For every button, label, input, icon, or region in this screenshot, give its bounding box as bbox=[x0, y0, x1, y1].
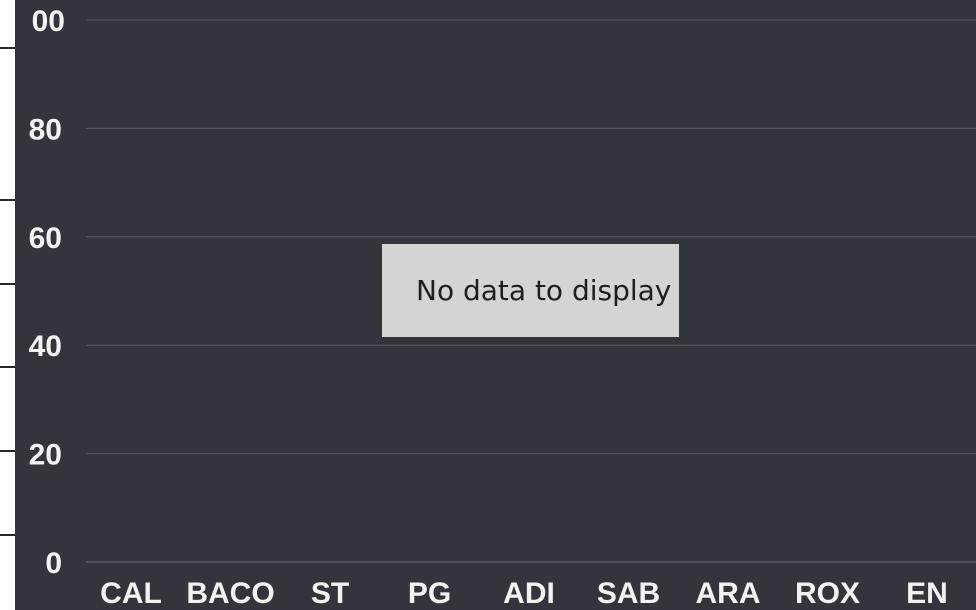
x-tick-label: EN bbox=[906, 577, 948, 610]
y-tick-label: 80 bbox=[29, 113, 62, 146]
no-data-message: No data to display bbox=[416, 274, 672, 307]
x-tick-label: ADI bbox=[503, 577, 555, 610]
x-tick-label: BACO bbox=[186, 577, 274, 610]
x-axis-ticks: CAL BACO ST PG ADI SAB ARA ROX EN bbox=[100, 577, 948, 610]
y-axis-ticks: 00 80 60 40 20 0 bbox=[29, 5, 65, 580]
y-tick-label: 60 bbox=[29, 222, 62, 255]
y-tick-label: 40 bbox=[29, 330, 62, 363]
x-tick-label: ST bbox=[311, 577, 349, 610]
y-tick-label: 0 bbox=[45, 547, 62, 580]
x-tick-label: PG bbox=[408, 577, 451, 610]
y-tick-label: 20 bbox=[29, 439, 62, 472]
x-tick-label: ROX bbox=[795, 577, 860, 610]
x-tick-label: CAL bbox=[100, 577, 162, 610]
y-tick-label: 00 bbox=[32, 5, 65, 38]
x-tick-label: ARA bbox=[696, 577, 761, 610]
x-tick-label: SAB bbox=[597, 577, 660, 610]
